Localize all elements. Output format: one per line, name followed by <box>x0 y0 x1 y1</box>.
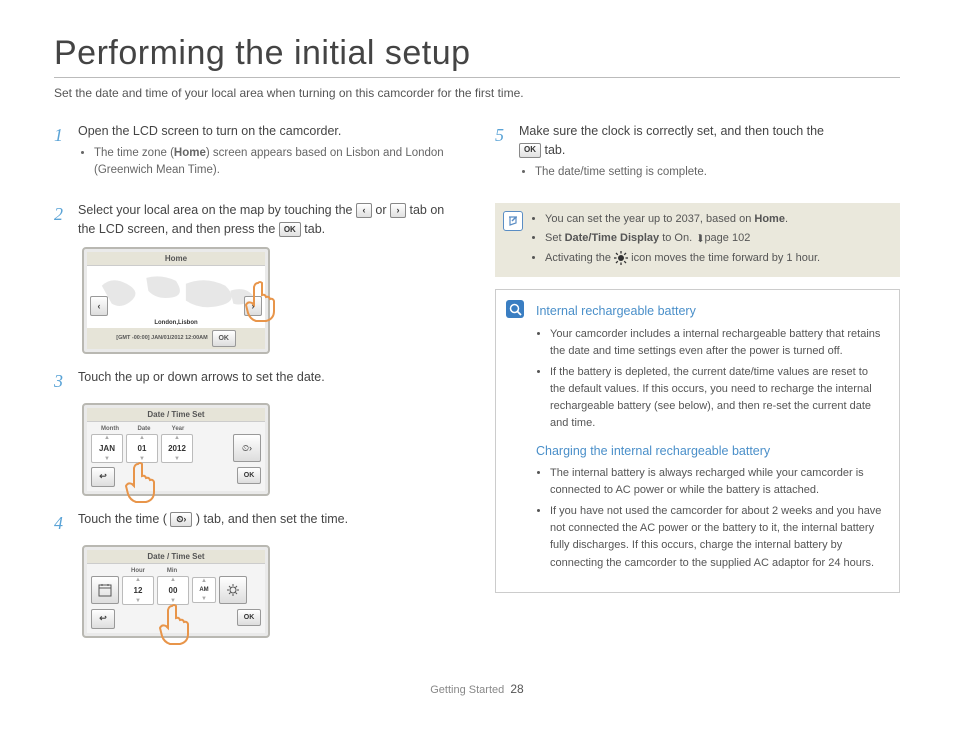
map-left-button[interactable]: ‹ <box>90 296 108 316</box>
info-box: Internal rechargeable battery Your camco… <box>495 289 900 592</box>
step-4-text: Touch the time ( ⏲› ) tab, and then set … <box>78 512 348 526</box>
note-icon <box>503 211 523 231</box>
divider <box>54 77 900 78</box>
note-1: You can set the year up to 2037, based o… <box>545 211 890 228</box>
device-map-screen: Home ‹ › London,Lisbon [GMT -00:00] JAN/… <box>82 247 270 354</box>
step-number-2: 2 <box>54 201 68 239</box>
device-date-screen: Date / Time Set Month Date Year ▲JAN▼ ▲0… <box>82 403 270 496</box>
right-arrow-icon: › <box>390 203 406 218</box>
info-h1-bullet-2: If the battery is depleted, the current … <box>550 364 885 432</box>
device-date-header: Date / Time Set <box>87 408 265 422</box>
device-time-screen: Date / Time Set Hour Min ▲12▼ ▲00▼ ▲AM▼ <box>82 545 270 638</box>
step-number-1: 1 <box>54 122 68 193</box>
info-h2-bullet-2: If you have not used the camcorder for a… <box>550 503 885 571</box>
step-1-text: Open the LCD screen to turn on the camco… <box>78 124 341 138</box>
magnify-icon <box>506 300 524 318</box>
info-heading-2: Charging the internal rechargeable batte… <box>536 442 885 461</box>
page-footer: Getting Started 28 <box>54 682 900 696</box>
step-number-3: 3 <box>54 368 68 395</box>
ok-icon: OK <box>519 143 541 158</box>
touch-hand-icon <box>120 458 160 506</box>
step-5-text: Make sure the clock is correctly set, an… <box>519 124 824 157</box>
date-ok-button[interactable]: OK <box>237 467 261 484</box>
year-spinner[interactable]: ▲2012▼ <box>161 434 193 463</box>
step-number-4: 4 <box>54 510 68 537</box>
left-arrow-icon: ‹ <box>356 203 372 218</box>
map-city-label: London,Lisbon <box>87 320 265 326</box>
sun-dst-icon <box>226 583 240 597</box>
touch-hand-icon <box>154 600 194 648</box>
page-subtitle: Set the date and time of your local area… <box>54 86 900 100</box>
clock-tab-icon: ⏲› <box>170 512 192 527</box>
device-time-header: Date / Time Set <box>87 550 265 564</box>
footer-section: Getting Started <box>430 684 504 696</box>
touch-hand-icon <box>240 277 280 325</box>
device-map-header: Home <box>87 252 265 266</box>
back-button[interactable]: ↩ <box>91 609 115 629</box>
month-spinner[interactable]: ▲JAN▼ <box>91 434 123 463</box>
time-ok-button[interactable]: OK <box>237 609 261 626</box>
hour-label: Hour <box>123 568 153 574</box>
note-2: Set Date/Time Display to On. ➦page 102 <box>545 230 890 247</box>
step-3-text: Touch the up or down arrows to set the d… <box>78 370 325 384</box>
year-label: Year <box>163 426 193 432</box>
month-label: Month <box>95 426 125 432</box>
ampm-spinner[interactable]: ▲AM▼ <box>192 577 216 603</box>
sun-icon <box>614 251 628 265</box>
info-h1-bullet-1: Your camcorder includes a internal recha… <box>550 326 885 360</box>
map-ok-button[interactable]: OK <box>212 330 236 347</box>
ok-icon: OK <box>279 222 301 237</box>
footer-page-number: 28 <box>510 682 523 696</box>
calendar-icon <box>98 583 112 597</box>
back-button[interactable]: ↩ <box>91 467 115 487</box>
step-2-text: Select your local area on the map by tou… <box>78 203 444 236</box>
step-1-bullet: The time zone (Home) screen appears base… <box>94 145 459 180</box>
info-h2-bullet-1: The internal battery is always recharged… <box>550 465 885 499</box>
note-box: You can set the year up to 2037, based o… <box>495 203 900 278</box>
min-label: Min <box>157 568 187 574</box>
dst-button[interactable] <box>219 576 247 604</box>
step-5-bullet: The date/time setting is complete. <box>535 164 900 181</box>
page-title: Performing the initial setup <box>54 34 900 73</box>
calendar-tab-button[interactable] <box>91 576 119 604</box>
clock-tab-button[interactable]: ⏲› <box>233 434 261 462</box>
date-label: Date <box>129 426 159 432</box>
info-heading-1: Internal rechargeable battery <box>536 302 885 321</box>
map-timestamp: [GMT -00:00] JAN/01/2012 12:00AM <box>116 335 207 341</box>
note-3: Activating the icon moves the time forwa… <box>545 250 890 267</box>
step-number-5: 5 <box>495 122 509 195</box>
hour-spinner[interactable]: ▲12▼ <box>122 576 154 605</box>
